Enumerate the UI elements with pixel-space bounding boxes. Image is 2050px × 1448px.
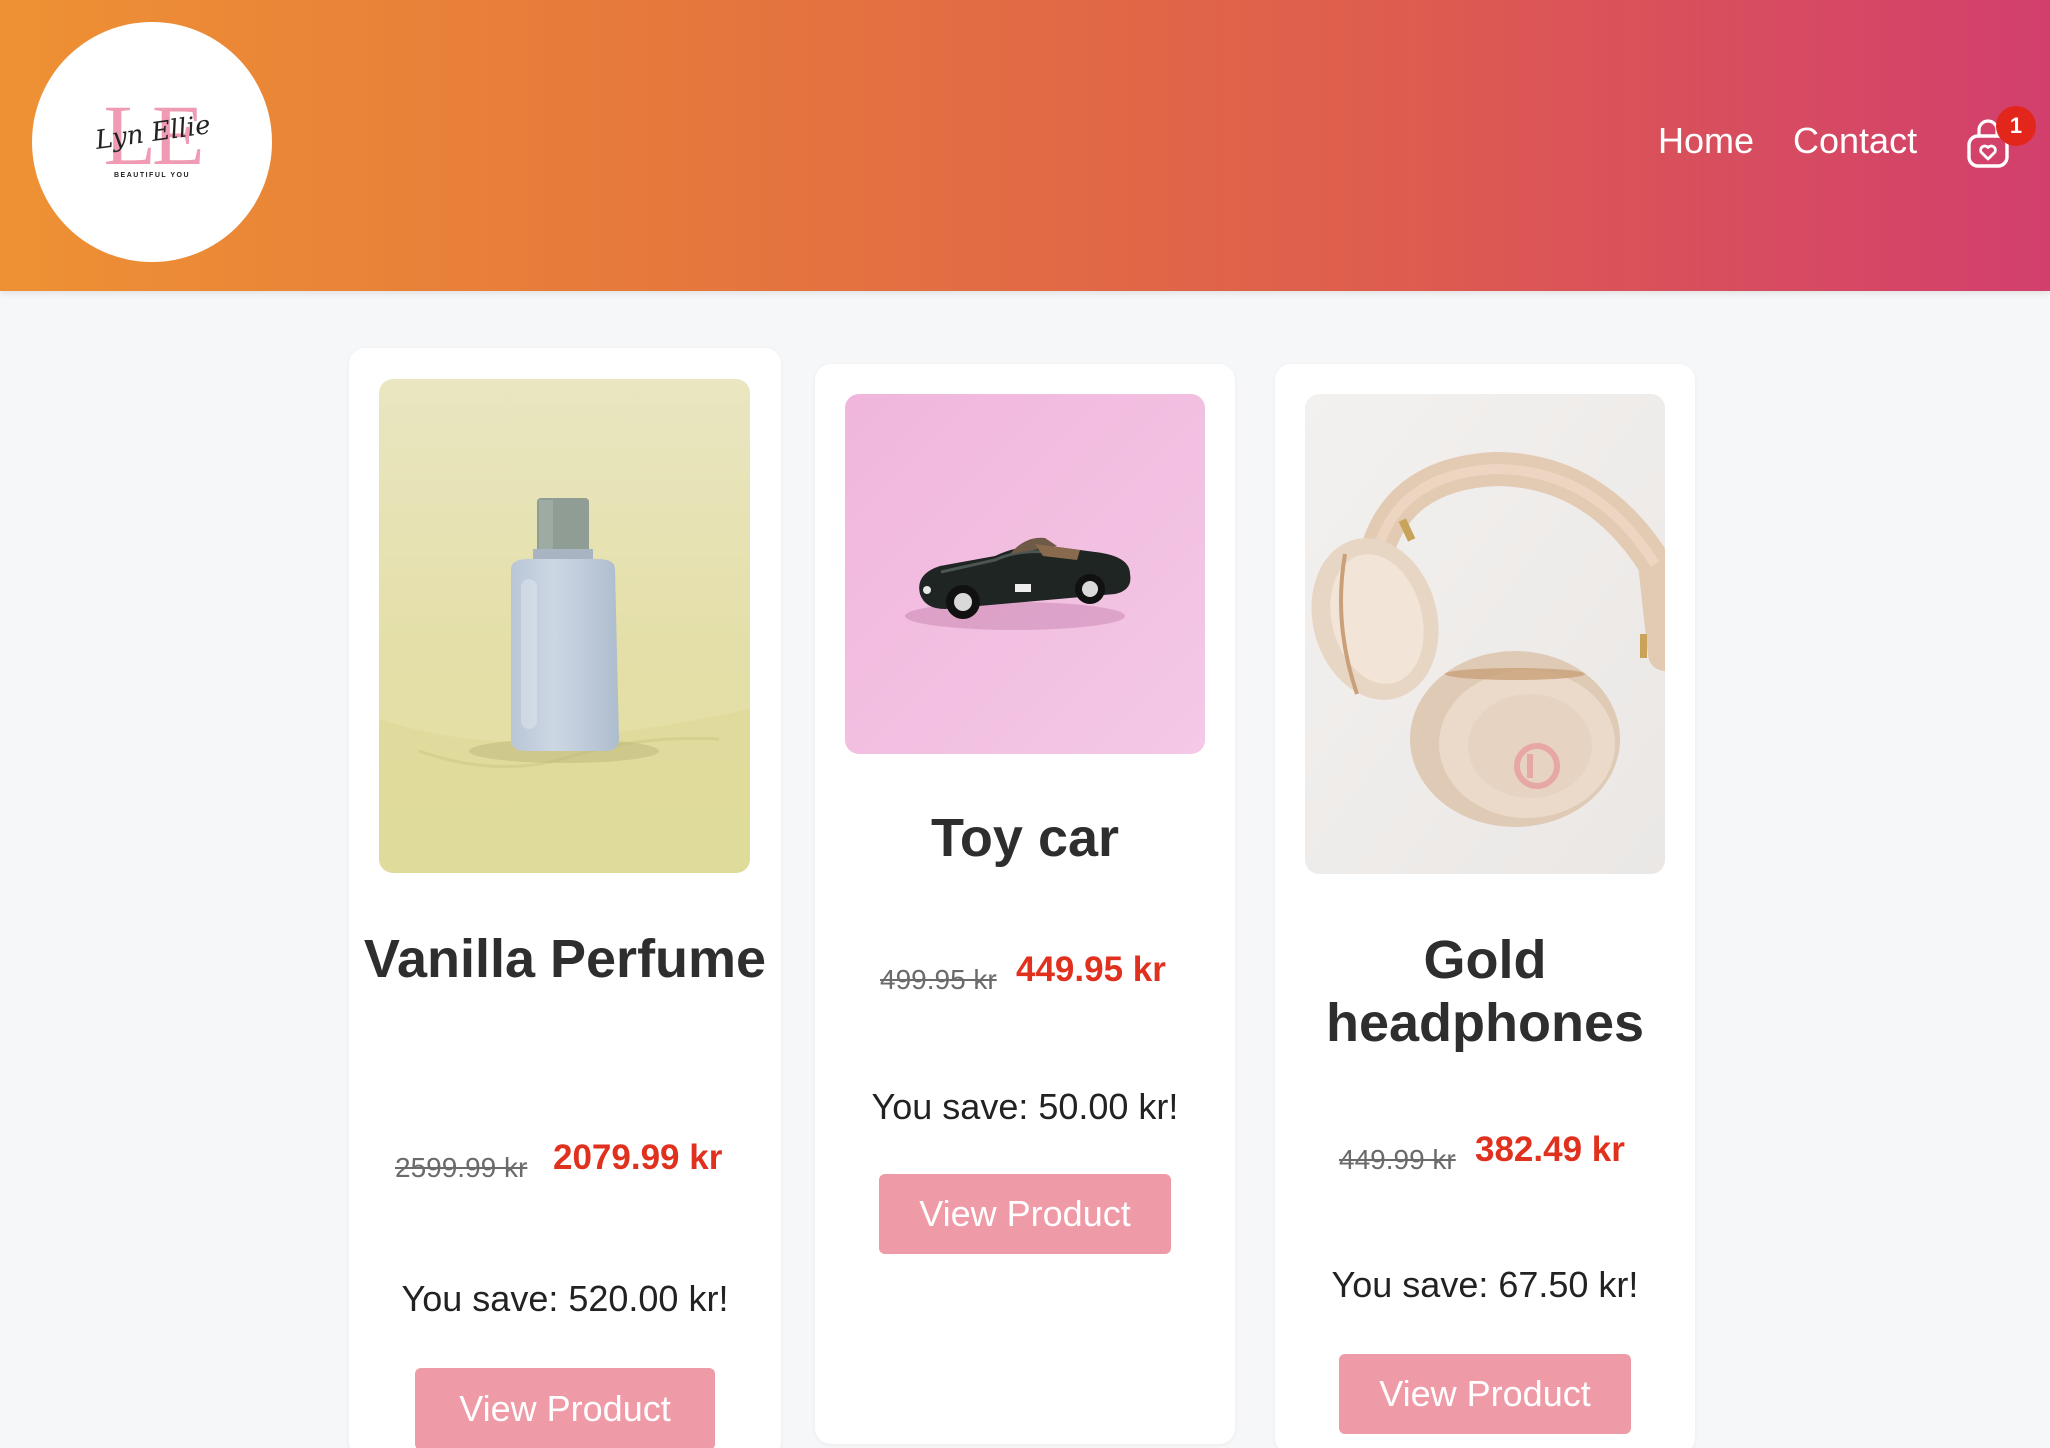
product-title: Vanilla Perfume: [363, 929, 767, 989]
product-title: Toy car: [930, 808, 1120, 868]
sale-price: 2079.99 kr: [553, 1138, 723, 1177]
product-image[interactable]: [1305, 394, 1665, 874]
nav-link-contact[interactable]: Contact: [1793, 120, 1917, 162]
savings-text: You save: 67.50 kr!: [1331, 1264, 1639, 1305]
sale-price: 382.49 kr: [1475, 1130, 1625, 1169]
savings-text: You save: 520.00 kr!: [401, 1278, 729, 1319]
headphones-image: [1305, 394, 1665, 874]
view-product-button[interactable]: View Product: [415, 1368, 715, 1448]
product-image[interactable]: [845, 394, 1205, 754]
product-image[interactable]: [379, 379, 750, 873]
original-price: 2599.99 kr: [395, 1152, 528, 1183]
product-card: Vanilla Perfume 2599.99 kr 2079.99 kr Yo…: [349, 348, 781, 1448]
product-card: Toy car 499.95 kr 449.95 kr You save: 50…: [815, 364, 1235, 1444]
view-product-button[interactable]: View Product: [1339, 1354, 1631, 1434]
original-price: 499.95 kr: [880, 964, 997, 995]
logo-tagline: BEAUTIFUL YOU: [113, 172, 191, 179]
sale-price: 449.95 kr: [1016, 950, 1166, 989]
perfume-bottle-image: [379, 379, 750, 873]
toy-car-image: [845, 394, 1205, 754]
cart-count-badge: 1: [1996, 106, 2036, 146]
brand-logo[interactable]: LE Lyn Ellie BEAUTIFUL YOU: [32, 22, 272, 262]
nav-link-home[interactable]: Home: [1658, 120, 1754, 162]
product-card: Gold headphones 449.99 kr 382.49 kr You …: [1275, 364, 1695, 1448]
logo-graphic: LE Lyn Ellie BEAUTIFUL YOU: [87, 92, 217, 192]
site-header: LE Lyn Ellie BEAUTIFUL YOU Home Contact …: [0, 0, 2050, 291]
savings-text: You save: 50.00 kr!: [871, 1086, 1179, 1127]
view-product-button[interactable]: View Product: [879, 1174, 1171, 1254]
product-title: Gold headphones: [1325, 930, 1645, 1053]
original-price: 449.99 kr: [1339, 1144, 1456, 1175]
